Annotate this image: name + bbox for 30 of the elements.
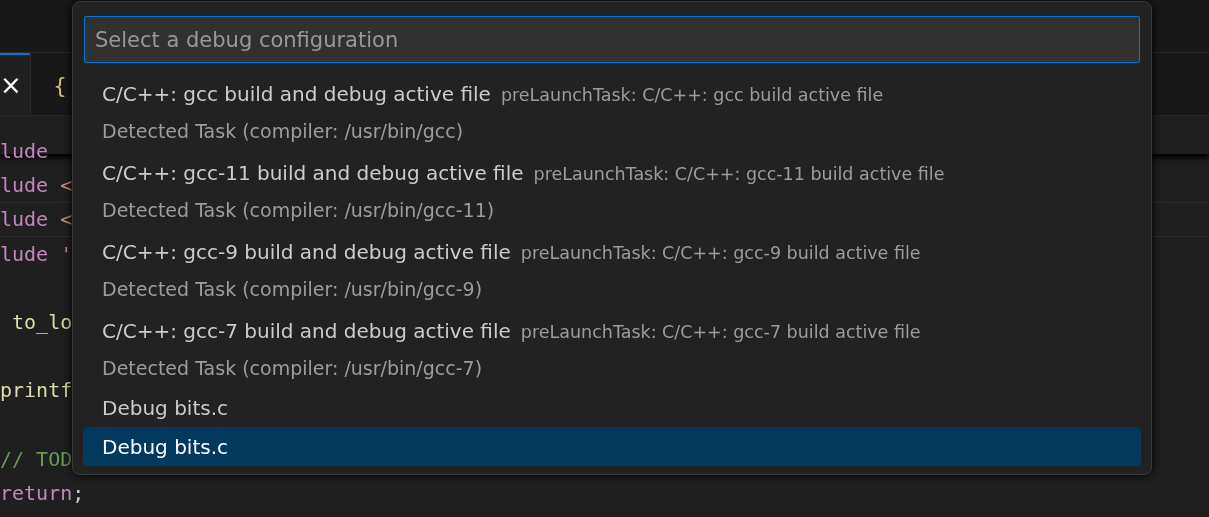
code-line: return; xyxy=(0,480,85,505)
item-detail: Detected Task (compiler: /usr/bin/gcc-7) xyxy=(102,356,483,379)
item-label: C/C++: gcc-7 build and debug active file xyxy=(102,318,511,343)
code-line: to_lo xyxy=(11,310,73,335)
item-label: C/C++: gcc-9 build and debug active file xyxy=(102,239,511,264)
code-line: printf xyxy=(0,378,73,403)
list-item[interactable]: C/C++: gcc build and debug active file preLaunchTask: C/C++: gcc build active file Detected Task (compiler: /usr/bin/gcc) xyxy=(83,72,1141,151)
item-detail: Detected Task (compiler: /usr/bin/gcc) xyxy=(102,119,464,142)
item-description: preLaunchTask: C/C++: gcc-7 build active file xyxy=(520,321,921,342)
list-item[interactable]: C/C++: gcc-9 build and debug active file preLaunchTask: C/C++: gcc-9 build active file Detected Task (compiler: /usr/bin/gcc-9) xyxy=(83,230,1141,309)
search-field[interactable]: Select a debug configuration xyxy=(84,16,1140,63)
item-label: Debug bits.c xyxy=(102,434,228,459)
close-button[interactable]: × xyxy=(0,53,30,115)
code-line: lude < xyxy=(0,207,73,232)
item-description: preLaunchTask: C/C++: gcc-11 build active file xyxy=(533,163,945,184)
list-item[interactable]: C/C++: gcc-7 build and debug active file preLaunchTask: C/C++: gcc-7 build active file Detected Task (compiler: /usr/bin/gcc-7) xyxy=(83,309,1141,388)
item-label: C/C++: gcc build and debug active file xyxy=(102,81,491,106)
code-line: // TOD xyxy=(0,446,73,471)
code-line: lude < xyxy=(0,173,73,198)
list-item[interactable]: Debug bits.c xyxy=(83,388,1141,427)
code-line: lude xyxy=(0,139,49,164)
list-item[interactable]: Debug bits.c xyxy=(83,427,1141,466)
item-label: Debug bits.c xyxy=(102,395,228,420)
code-line: lude ' xyxy=(0,241,73,266)
list-item[interactable]: C/C++: gcc-11 build and debug active file preLaunchTask: C/C++: gcc-11 build active file Detected Task (compiler: /usr/bin/gcc-11) xyxy=(83,151,1141,230)
item-description: preLaunchTask: C/C++: gcc build active file xyxy=(500,84,884,105)
item-detail: Detected Task (compiler: /usr/bin/gcc-11) xyxy=(102,198,495,221)
item-label: C/C++: gcc-11 build and debug active file xyxy=(102,160,524,185)
item-detail: Detected Task (compiler: /usr/bin/gcc-9) xyxy=(102,277,483,300)
item-description: preLaunchTask: C/C++: gcc-9 build active file xyxy=(520,242,921,263)
